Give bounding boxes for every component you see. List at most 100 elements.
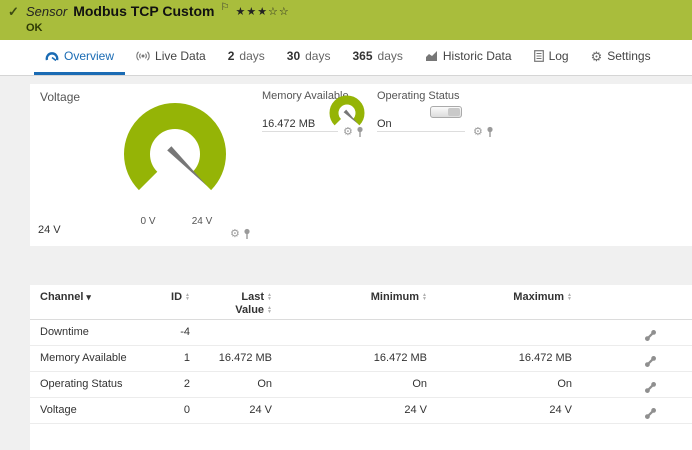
voltage-value: 24 V: [38, 224, 61, 236]
log-document-icon: [534, 50, 544, 62]
object-kind-label: Sensor: [26, 4, 67, 19]
channel-last-value: On: [190, 371, 272, 397]
sort-icon: ▲▼: [267, 293, 272, 302]
channels-table-panel: Channel▾ ID▲▼ Last▲▼ Value▲▼ Minimum▲▼ M…: [30, 285, 692, 450]
tab-live-data[interactable]: Live Data: [125, 40, 217, 75]
priority-stars[interactable]: ★★★☆☆: [235, 5, 289, 18]
tab-log-label: Log: [549, 49, 569, 63]
channel-id: 2: [135, 371, 190, 397]
gear-icon[interactable]: ⚙: [343, 127, 353, 138]
channel-id: 0: [135, 397, 190, 423]
tab-30-days-count: 30: [287, 49, 300, 63]
tab-365-days-count: 365: [352, 49, 372, 63]
voltage-scale-min: 0 V: [133, 216, 163, 227]
sensor-title: Modbus TCP Custom: [73, 3, 214, 19]
table-header-row: Channel▾ ID▲▼ Last▲▼ Value▲▼ Minimum▲▼ M…: [30, 291, 692, 320]
channel-settings-icon[interactable]: [644, 407, 657, 420]
table-row-memory-available: Memory Available 1 16.472 MB 16.472 MB 1…: [30, 345, 692, 372]
memory-gauge-controls: ⚙: [343, 126, 364, 138]
sort-down-icon: ▼: [267, 310, 272, 315]
sort-down-icon: ▼: [567, 297, 572, 302]
tab-365-days[interactable]: 365 days: [341, 40, 413, 75]
column-header-last-label: Last: [241, 291, 264, 303]
flag-icon[interactable]: ⚐: [221, 2, 230, 13]
tab-settings[interactable]: ⚙ Settings: [580, 40, 662, 75]
gear-icon[interactable]: ⚙: [230, 229, 240, 240]
sort-icon: ▲▼: [422, 293, 427, 302]
memory-value: 16.472 MB: [262, 118, 315, 130]
tab-365-days-label: days: [378, 49, 403, 63]
switch-knob: [448, 108, 460, 116]
tab-settings-label: Settings: [607, 49, 650, 63]
gauges-panel: Voltage 0 V 24 V 24 V ⚙ Memory Available…: [30, 84, 692, 246]
column-header-id-label: ID: [171, 291, 182, 303]
table-row-downtime: Downtime -4: [30, 319, 692, 346]
tab-overview[interactable]: Overview: [34, 40, 125, 75]
sort-icon: ▲▼: [267, 306, 272, 315]
table-row-voltage: Voltage 0 24 V 24 V 24 V: [30, 397, 692, 424]
channel-maximum: 24 V: [490, 397, 572, 423]
channel-last-value: 16.472 MB: [190, 345, 272, 371]
channel-last-value: [190, 319, 272, 345]
gear-icon: ⚙: [591, 50, 603, 63]
channel-minimum: On: [345, 371, 427, 397]
chart-icon: [425, 50, 438, 62]
status-ok-check-icon: ✓: [8, 4, 19, 20]
channel-id: 1: [135, 345, 190, 371]
operating-status-switch: [430, 106, 462, 118]
column-header-maximum-label: Maximum: [513, 291, 564, 303]
tab-2-days[interactable]: 2 days: [217, 40, 276, 75]
channel-minimum: [345, 319, 427, 345]
tab-historic-data[interactable]: Historic Data: [414, 40, 523, 75]
tab-bar: Overview Live Data 2 days 30 days 365 da…: [0, 40, 692, 76]
operating-status-value: On: [377, 118, 392, 130]
operating-status-title: Operating Status: [377, 90, 460, 102]
tab-historic-data-label: Historic Data: [443, 49, 512, 63]
tab-2-days-count: 2: [228, 49, 235, 63]
table-row-operating-status: Operating Status 2 On On On: [30, 371, 692, 398]
sort-icon: ▲▼: [567, 293, 572, 302]
column-header-id[interactable]: ID▲▼: [135, 291, 190, 304]
column-header-maximum[interactable]: Maximum▲▼: [490, 291, 572, 304]
operating-divider: [377, 131, 465, 132]
memory-divider: [262, 131, 338, 132]
channel-maximum: On: [490, 371, 572, 397]
sort-down-icon: ▼: [267, 297, 272, 302]
voltage-gauge: [115, 94, 235, 214]
tab-30-days-label: days: [305, 49, 330, 63]
voltage-scale-max: 24 V: [187, 216, 217, 227]
channel-minimum: 16.472 MB: [345, 345, 427, 371]
sensor-overview-page: ✓ Sensor Modbus TCP Custom ⚐ ★★★☆☆ OK Ov…: [0, 0, 692, 450]
channel-maximum: [490, 319, 572, 345]
pin-icon[interactable]: [486, 126, 494, 138]
channel-settings-icon[interactable]: [644, 355, 657, 368]
pin-icon[interactable]: [356, 126, 364, 138]
gauge-icon: [45, 50, 59, 62]
column-header-minimum[interactable]: Minimum▲▼: [345, 291, 427, 304]
pin-icon[interactable]: [243, 228, 251, 240]
voltage-gauge-title: Voltage: [40, 90, 80, 104]
sensor-title-block: Sensor Modbus TCP Custom ⚐ ★★★☆☆ OK: [26, 3, 290, 34]
tab-live-data-label: Live Data: [155, 49, 206, 63]
live-signal-icon: [136, 50, 150, 62]
column-header-value-label: Value: [235, 304, 264, 316]
chevron-down-icon: ▾: [86, 292, 91, 302]
channel-maximum: 16.472 MB: [490, 345, 572, 371]
channel-settings-icon[interactable]: [644, 329, 657, 342]
operating-gauge-controls: ⚙: [473, 126, 494, 138]
channel-last-value: 24 V: [190, 397, 272, 423]
channel-minimum: 24 V: [345, 397, 427, 423]
tab-30-days[interactable]: 30 days: [276, 40, 342, 75]
column-header-channel-label: Channel: [40, 291, 83, 303]
tab-overview-label: Overview: [64, 49, 114, 63]
tab-2-days-label: days: [239, 49, 264, 63]
column-header-last-value[interactable]: Last▲▼ Value▲▼: [190, 291, 272, 317]
channel-settings-icon[interactable]: [644, 381, 657, 394]
gear-icon[interactable]: ⚙: [473, 127, 483, 138]
channel-id: -4: [135, 319, 190, 345]
sensor-header-bar: ✓ Sensor Modbus TCP Custom ⚐ ★★★☆☆ OK: [0, 0, 692, 40]
voltage-gauge-controls: ⚙: [230, 228, 251, 240]
sensor-status-text: OK: [26, 22, 290, 34]
sort-down-icon: ▼: [422, 297, 427, 302]
tab-log[interactable]: Log: [523, 40, 580, 75]
